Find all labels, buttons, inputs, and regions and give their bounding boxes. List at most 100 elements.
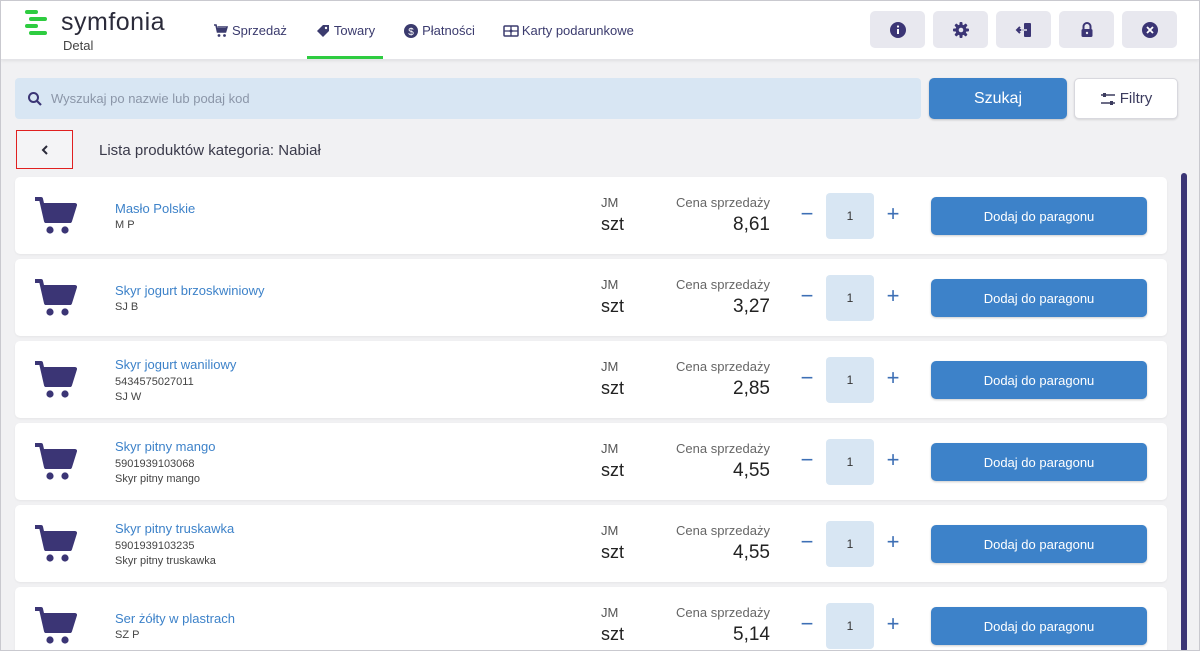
product-info-line: Skyr pitny mango bbox=[115, 473, 200, 485]
price-value: 5,14 bbox=[733, 624, 770, 645]
add-to-receipt-button[interactable]: Dodaj do paragonu bbox=[931, 443, 1147, 481]
unit-value: szt bbox=[601, 460, 625, 480]
product-info-line: Skyr pitny truskawka bbox=[115, 555, 216, 567]
search-input[interactable] bbox=[51, 91, 891, 106]
jm-label: JM bbox=[601, 277, 619, 292]
quantity-input[interactable] bbox=[826, 357, 874, 403]
quantity-input[interactable] bbox=[826, 521, 874, 567]
add-to-receipt-button[interactable]: Dodaj do paragonu bbox=[931, 361, 1147, 399]
logo-name: symfonia bbox=[61, 8, 166, 36]
close-button[interactable] bbox=[1122, 11, 1177, 48]
increase-quantity-button[interactable]: + bbox=[884, 449, 902, 471]
chevron-left-icon bbox=[41, 144, 48, 155]
product-name[interactable]: Skyr pitny truskawka bbox=[115, 521, 234, 536]
product-row: Skyr jogurt brzoskwiniowy JM szt Cena sp… bbox=[15, 259, 1167, 336]
product-info-line: SZ P bbox=[115, 629, 140, 641]
close-icon bbox=[1141, 21, 1158, 38]
cart-icon bbox=[214, 23, 229, 37]
search-icon bbox=[28, 91, 42, 106]
jm-label: JM bbox=[601, 195, 619, 210]
price-label: Cena sprzedaży bbox=[676, 441, 770, 456]
filters-button[interactable]: Filtry bbox=[1074, 78, 1178, 119]
filters-label: Filtry bbox=[1119, 90, 1153, 107]
price-value: 4,55 bbox=[733, 542, 770, 563]
price-label: Cena sprzedaży bbox=[676, 277, 770, 292]
tab-platnosci[interactable]: $ Płatności bbox=[395, 1, 483, 60]
add-to-receipt-button[interactable]: Dodaj do paragonu bbox=[931, 607, 1147, 645]
back-button[interactable] bbox=[16, 130, 73, 169]
toolbar bbox=[870, 11, 1177, 48]
decrease-quantity-button[interactable]: − bbox=[799, 367, 815, 390]
tab-karty-podarunkowe[interactable]: Karty podarunkowe bbox=[495, 1, 642, 60]
tab-towary[interactable]: Towary bbox=[306, 1, 384, 60]
unit-value: szt bbox=[601, 214, 625, 234]
decrease-quantity-button[interactable]: − bbox=[799, 285, 815, 308]
price-value: 2,85 bbox=[733, 378, 770, 399]
quantity-input[interactable] bbox=[826, 275, 874, 321]
cart-icon bbox=[35, 443, 77, 480]
product-info-line: SJ W bbox=[115, 391, 142, 403]
decrease-quantity-button[interactable]: − bbox=[799, 449, 815, 472]
gift-card-icon bbox=[503, 24, 519, 37]
product-row: Masło Polskie JM szt Cena sprzedaży 8,61… bbox=[15, 177, 1167, 254]
dollar-icon: $ bbox=[404, 23, 419, 38]
price-label: Cena sprzedaży bbox=[676, 359, 770, 374]
increase-quantity-button[interactable]: + bbox=[884, 531, 902, 553]
cart-icon bbox=[35, 525, 77, 562]
quantity-input[interactable] bbox=[826, 439, 874, 485]
cart-icon bbox=[35, 279, 77, 316]
price-value: 8,61 bbox=[733, 214, 770, 235]
tag-icon bbox=[316, 24, 329, 37]
top-bar: symfonia Detal Sprzedaż Towary $ Płatnoś… bbox=[1, 1, 1199, 60]
increase-quantity-button[interactable]: + bbox=[884, 203, 902, 225]
decrease-quantity-button[interactable]: − bbox=[799, 531, 815, 554]
price-value: 3,27 bbox=[733, 296, 770, 317]
decrease-quantity-button[interactable]: − bbox=[799, 203, 815, 226]
info-button[interactable] bbox=[870, 11, 925, 48]
tab-sprzedaz[interactable]: Sprzedaż bbox=[205, 1, 295, 60]
add-to-receipt-button[interactable]: Dodaj do paragonu bbox=[931, 197, 1147, 235]
quantity-input[interactable] bbox=[826, 603, 874, 649]
decrease-quantity-button[interactable]: − bbox=[799, 613, 815, 636]
tab-label: Płatności bbox=[422, 23, 475, 38]
settings-button[interactable] bbox=[933, 11, 988, 48]
product-info-line: SJ B bbox=[115, 301, 139, 313]
product-name[interactable]: Ser żółty w plastrach bbox=[115, 611, 235, 626]
add-to-receipt-button[interactable]: Dodaj do paragonu bbox=[931, 279, 1147, 317]
search-bar bbox=[15, 78, 921, 119]
increase-quantity-button[interactable]: + bbox=[884, 367, 902, 389]
add-to-receipt-button[interactable]: Dodaj do paragonu bbox=[931, 525, 1147, 563]
product-name[interactable]: Masło Polskie bbox=[115, 201, 195, 216]
unit-value: szt bbox=[601, 542, 625, 562]
filter-sliders-icon bbox=[1100, 92, 1115, 105]
unit-value: szt bbox=[601, 296, 625, 316]
product-name[interactable]: Skyr jogurt brzoskwiniowy bbox=[115, 283, 265, 298]
product-info-line: M P bbox=[115, 219, 135, 231]
tab-label: Towary bbox=[333, 23, 376, 38]
tab-label: Sprzedaż bbox=[232, 23, 287, 38]
price-label: Cena sprzedaży bbox=[676, 605, 770, 620]
cart-icon bbox=[35, 607, 77, 644]
product-name[interactable]: Skyr jogurt waniliowy bbox=[115, 357, 236, 372]
product-row: Skyr pitny mango JM szt Cena sprzedaży 4… bbox=[15, 423, 1167, 500]
svg-text:$: $ bbox=[408, 27, 414, 38]
price-label: Cena sprzedaży bbox=[676, 195, 770, 210]
quantity-input[interactable] bbox=[826, 193, 874, 239]
logout-button[interactable] bbox=[996, 11, 1051, 48]
unit-value: szt bbox=[601, 624, 625, 644]
unit-value: szt bbox=[601, 378, 625, 398]
product-row: Ser żółty w plastrach JM szt Cena sprzed… bbox=[15, 587, 1167, 650]
price-value: 4,55 bbox=[733, 460, 770, 481]
lock-icon bbox=[1081, 21, 1092, 37]
logo-mark-icon bbox=[25, 10, 47, 35]
increase-quantity-button[interactable]: + bbox=[884, 285, 902, 307]
app-window: symfonia Detal Sprzedaż Towary $ Płatnoś… bbox=[0, 0, 1200, 651]
search-button[interactable]: Szukaj bbox=[929, 78, 1067, 119]
scrollbar[interactable] bbox=[1181, 173, 1187, 650]
lock-button[interactable] bbox=[1059, 11, 1114, 48]
product-name[interactable]: Skyr pitny mango bbox=[115, 439, 215, 454]
product-code: 5901939103235 bbox=[115, 540, 195, 552]
cart-icon bbox=[35, 197, 77, 234]
increase-quantity-button[interactable]: + bbox=[884, 613, 902, 635]
logo-subtitle: Detal bbox=[63, 38, 94, 53]
